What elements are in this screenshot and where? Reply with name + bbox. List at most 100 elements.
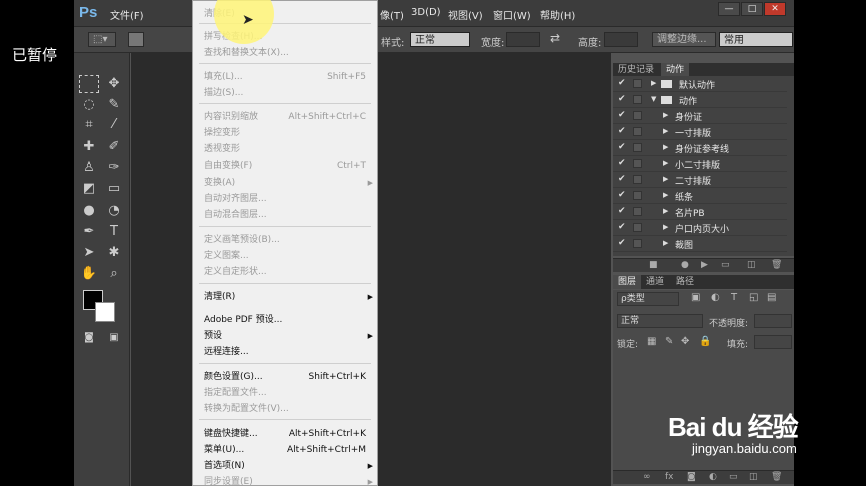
path-selection-icon[interactable]: ➤ [79, 244, 99, 262]
hand-tool-icon[interactable]: ✋ [79, 265, 99, 283]
tab-channels[interactable]: 通道 [641, 275, 669, 289]
type-tool-icon[interactable]: T [104, 223, 124, 241]
menu-item[interactable]: 键盘快捷键... Alt+Shift+Ctrl+K [193, 426, 377, 442]
check-icon[interactable]: ✔ [618, 126, 626, 136]
menu-3d[interactable]: 3D(D) [411, 7, 441, 18]
adjustment-filter-icon[interactable]: ◐ [711, 292, 720, 303]
action-row[interactable]: ✔ ▶ 裁图 [613, 236, 787, 252]
swap-icon[interactable]: ⇄ [550, 31, 560, 45]
dialog-toggle-box[interactable] [633, 79, 642, 88]
record-icon[interactable]: ● [681, 260, 689, 270]
history-brush-icon[interactable]: ✑ [104, 159, 124, 177]
action-row[interactable]: ✔ ▶ 名片PB [613, 204, 787, 220]
lasso-tool-icon[interactable]: ◌ [79, 96, 99, 114]
play-icon[interactable]: ▶ [701, 260, 708, 270]
menu-window[interactable]: 窗口(W) [493, 7, 531, 22]
action-row[interactable]: ✔ ▶ 身份证参考线 [613, 140, 787, 156]
tab-paths[interactable]: 路径 [671, 275, 699, 289]
background-color-swatch[interactable] [95, 302, 115, 322]
expand-icon[interactable]: ▶ [651, 79, 656, 87]
check-icon[interactable]: ✔ [618, 190, 626, 200]
menu-file[interactable]: 文件(F) [110, 7, 144, 22]
menu-item[interactable]: 自动混合图层... [193, 207, 377, 223]
marquee-tool-icon[interactable] [79, 75, 99, 93]
menu-item[interactable]: 定义自定形状... [193, 264, 377, 280]
crop-tool-icon[interactable]: ⌗ [79, 116, 99, 134]
expand-icon[interactable]: ▶ [663, 143, 668, 151]
close-button[interactable]: ✕ [764, 2, 786, 16]
dialog-toggle-box[interactable] [633, 95, 642, 104]
dialog-toggle-box[interactable] [633, 127, 642, 136]
width-input[interactable] [506, 32, 540, 47]
menu-item[interactable]: Adobe PDF 预设... [193, 312, 377, 328]
menu-item[interactable]: 变换(A) ▶ [193, 175, 377, 191]
move-tool-icon[interactable]: ✥ [104, 75, 124, 93]
action-row[interactable]: ✔ ▶ 小二寸排版 [613, 156, 787, 172]
quick-selection-icon[interactable]: ✎ [104, 96, 124, 114]
eraser-tool-icon[interactable]: ◩ [79, 180, 99, 198]
fill-input[interactable] [754, 335, 792, 349]
brush-tool-icon[interactable]: ✐ [104, 138, 124, 156]
quick-mask-icon[interactable]: ◙ [79, 329, 99, 347]
tab-layers[interactable]: 图层 [613, 275, 642, 289]
menu-item[interactable]: 颜色设置(G)... Shift+Ctrl+K [193, 369, 377, 385]
menu-item[interactable]: 预设 ▶ [193, 328, 377, 344]
menu-item[interactable]: 自由变换(F) Ctrl+T [193, 158, 377, 174]
menu-view[interactable]: 视图(V) [448, 7, 483, 22]
check-icon[interactable]: ✔ [618, 94, 626, 104]
menu-item[interactable]: 同步设置(E) ▶ [193, 474, 377, 486]
new-action-icon[interactable]: ◫ [747, 260, 756, 270]
delete-action-icon[interactable]: 🗑 [771, 260, 782, 270]
tab-actions[interactable]: 动作 [661, 63, 690, 77]
dialog-toggle-box[interactable] [633, 223, 642, 232]
menu-item[interactable]: 指定配置文件... [193, 385, 377, 401]
menu-item[interactable]: 清理(R) ▶ [193, 289, 377, 305]
blur-tool-icon[interactable]: ● [79, 202, 99, 220]
expand-icon[interactable]: ▶ [663, 239, 668, 247]
lock-all-icon[interactable]: 🔒 [699, 336, 711, 347]
eyedropper-icon[interactable]: ⁄ [104, 116, 124, 134]
layer-kind-filter[interactable]: ρ类型 [617, 292, 679, 306]
gradient-tool-icon[interactable]: ▭ [104, 180, 124, 198]
menu-item[interactable]: 填充(L)... Shift+F5 [193, 69, 377, 85]
new-selection-icon[interactable] [128, 32, 144, 47]
check-icon[interactable]: ✔ [618, 174, 626, 184]
collapse-icon[interactable]: ▼ [651, 95, 656, 103]
expand-icon[interactable]: ▶ [663, 191, 668, 199]
action-row[interactable]: ✔ ▶ 身份证 [613, 108, 787, 124]
clone-stamp-icon[interactable]: ♙ [79, 159, 99, 177]
dialog-toggle-box[interactable] [633, 175, 642, 184]
check-icon[interactable]: ✔ [618, 206, 626, 216]
action-row[interactable]: ✔ ▶ 户口内页大小 [613, 220, 787, 236]
menu-item[interactable]: 内容识别缩放 Alt+Shift+Ctrl+C [193, 109, 377, 125]
check-icon[interactable]: ✔ [618, 78, 626, 88]
pixel-filter-icon[interactable]: ▣ [691, 292, 700, 303]
menu-item[interactable]: 首选项(N) ▶ [193, 458, 377, 474]
opacity-input[interactable] [754, 314, 792, 328]
style-select[interactable]: 正常 [410, 32, 470, 47]
link-layers-icon[interactable]: ∞ [643, 472, 651, 482]
menu-item[interactable]: 透视变形 [193, 141, 377, 157]
action-row[interactable]: ✔ ▶ 一寸排版 [613, 124, 787, 140]
check-icon[interactable]: ✔ [618, 110, 626, 120]
smart-object-filter-icon[interactable]: ▤ [767, 292, 776, 303]
lock-paint-icon[interactable]: ✎ [665, 336, 673, 347]
check-icon[interactable]: ✔ [618, 238, 626, 248]
tab-history[interactable]: 历史记录 [613, 63, 659, 77]
expand-icon[interactable]: ▶ [663, 127, 668, 135]
new-set-icon[interactable]: ▭ [721, 260, 730, 270]
screen-mode-icon[interactable]: ▣ [104, 329, 124, 347]
menu-item[interactable]: 远程连接... [193, 344, 377, 360]
stop-icon[interactable]: ■ [649, 260, 658, 270]
menu-item[interactable]: 定义图案... [193, 248, 377, 264]
expand-icon[interactable]: ▶ [663, 159, 668, 167]
blend-mode-select[interactable]: 正常 [617, 314, 703, 328]
action-row[interactable]: ✔ ▶ 二寸排版 [613, 172, 787, 188]
shape-tool-icon[interactable]: ✱ [104, 244, 124, 262]
menu-item[interactable]: 转换为配置文件(V)... [193, 401, 377, 417]
dialog-toggle-box[interactable] [633, 239, 642, 248]
healing-brush-icon[interactable]: ✚ [79, 138, 99, 156]
lock-pixels-icon[interactable]: ▦ [647, 336, 656, 347]
menu-item[interactable]: 操控变形 [193, 125, 377, 141]
expand-icon[interactable]: ▶ [663, 175, 668, 183]
